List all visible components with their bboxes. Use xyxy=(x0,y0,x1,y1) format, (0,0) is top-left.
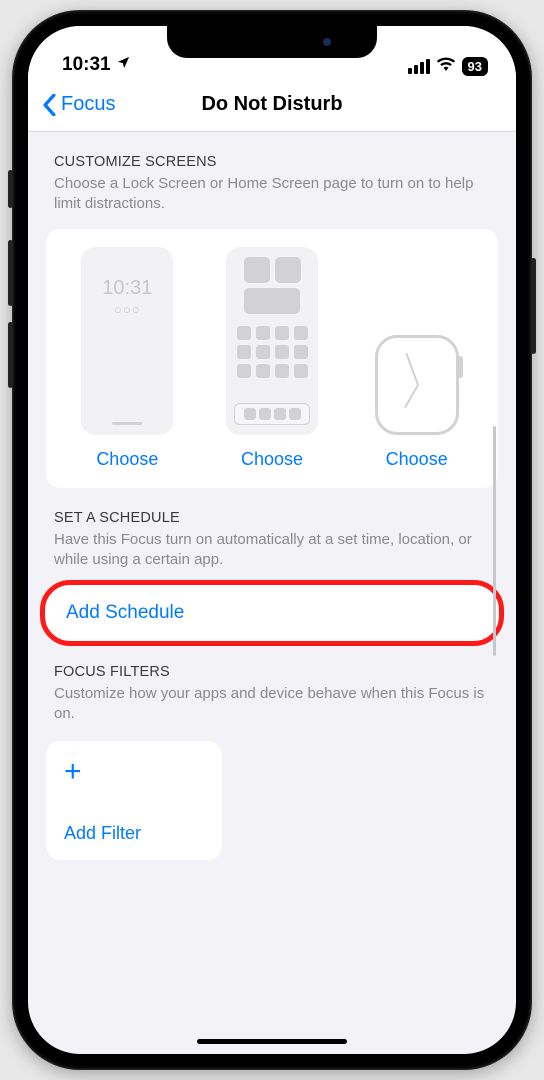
customize-card: 10:31 ○○○ Choose xyxy=(46,229,498,488)
filters-desc: Customize how your apps and device behav… xyxy=(54,684,490,725)
location-arrow-icon xyxy=(116,54,131,76)
battery-indicator: 93 xyxy=(462,57,488,76)
status-time: 10:31 xyxy=(62,54,111,76)
home-indicator[interactable] xyxy=(197,1039,347,1044)
wifi-icon xyxy=(436,56,456,76)
filters-title: FOCUS FILTERS xyxy=(54,664,490,680)
watch-face-option[interactable]: Choose xyxy=(349,247,484,470)
schedule-desc: Have this Focus turn on automatically at… xyxy=(54,530,490,571)
plus-icon: + xyxy=(64,757,204,787)
lock-screen-option[interactable]: 10:31 ○○○ Choose xyxy=(60,247,195,470)
cellular-signal-icon xyxy=(408,59,430,74)
add-schedule-button[interactable]: Add Schedule xyxy=(46,584,498,642)
customize-title: CUSTOMIZE SCREENS xyxy=(54,154,490,170)
lock-screen-preview: 10:31 ○○○ xyxy=(81,247,173,435)
scroll-indicator[interactable] xyxy=(493,426,496,656)
choose-lock-label: Choose xyxy=(96,449,158,470)
back-label: Focus xyxy=(61,93,115,116)
add-filter-label: Add Filter xyxy=(64,823,204,844)
phone-frame: 10:31 93 Focus Do Not Disturb xyxy=(12,10,532,1070)
content: CUSTOMIZE SCREENS Choose a Lock Screen o… xyxy=(28,132,516,1054)
home-screen-option[interactable]: Choose xyxy=(205,247,340,470)
watch-preview xyxy=(375,335,459,435)
screen: 10:31 93 Focus Do Not Disturb xyxy=(28,26,516,1054)
mute-switch xyxy=(8,170,13,208)
home-screen-preview xyxy=(226,247,318,435)
page-title: Do Not Disturb xyxy=(201,93,342,116)
customize-desc: Choose a Lock Screen or Home Screen page… xyxy=(54,174,490,215)
filters-header: FOCUS FILTERS Customize how your apps an… xyxy=(28,642,516,731)
choose-watch-label: Choose xyxy=(386,449,448,470)
schedule-header: SET A SCHEDULE Have this Focus turn on a… xyxy=(28,488,516,577)
power-button xyxy=(531,258,536,354)
back-button[interactable]: Focus xyxy=(42,93,115,116)
schedule-title: SET A SCHEDULE xyxy=(54,510,490,526)
volume-up-button xyxy=(8,240,13,306)
volume-down-button xyxy=(8,322,13,388)
customize-header: CUSTOMIZE SCREENS Choose a Lock Screen o… xyxy=(28,132,516,221)
notch xyxy=(167,26,377,58)
add-schedule-label: Add Schedule xyxy=(46,584,498,642)
lock-time: 10:31 xyxy=(102,277,152,300)
lock-dots: ○○○ xyxy=(114,302,141,317)
choose-home-label: Choose xyxy=(241,449,303,470)
add-filter-button[interactable]: + Add Filter xyxy=(46,741,222,860)
nav-bar: Focus Do Not Disturb xyxy=(28,78,516,132)
